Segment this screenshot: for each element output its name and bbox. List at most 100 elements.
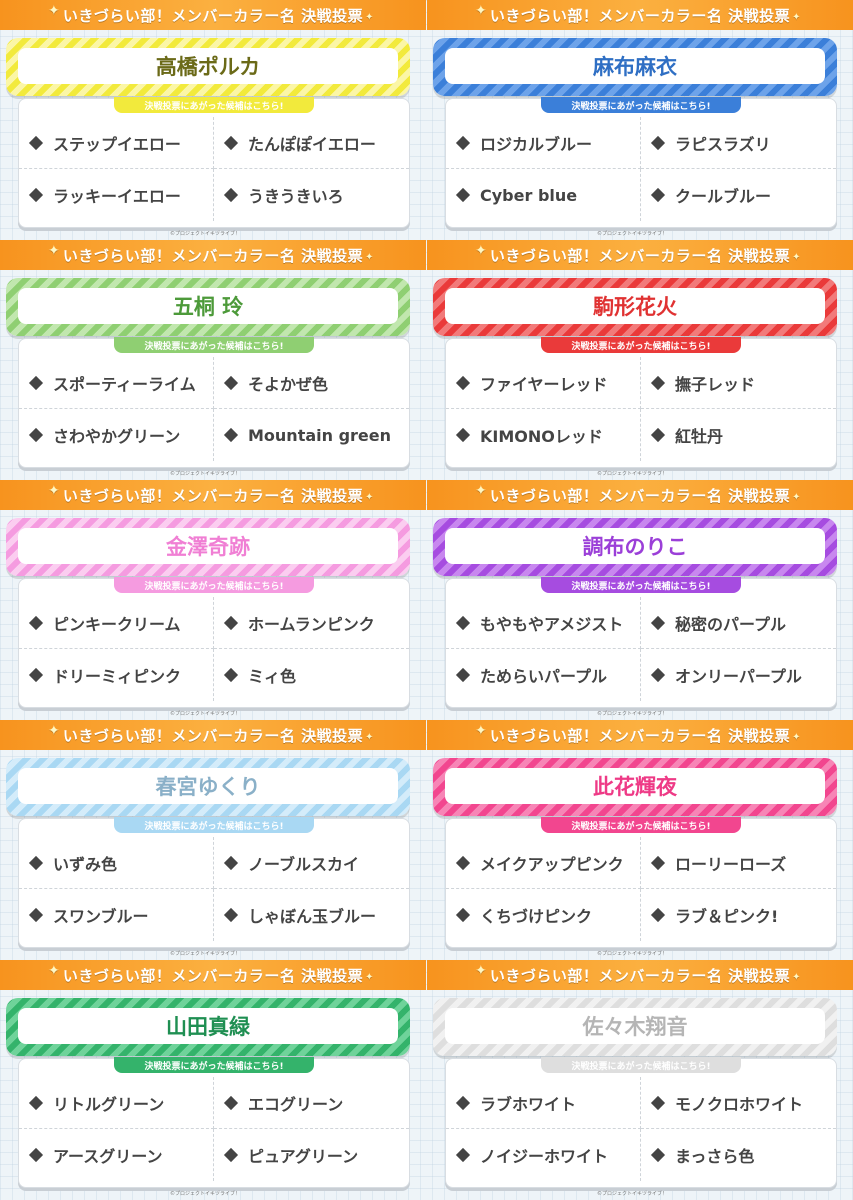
color-option[interactable]: ためらいパープル bbox=[446, 649, 641, 701]
header-title: いきづらい部！メンバーカラー名 決戦投票 bbox=[62, 486, 364, 505]
color-option[interactable]: 秘密のパープル bbox=[641, 597, 836, 649]
option-label: ラブホワイト bbox=[480, 1094, 577, 1114]
name-plate: 山田真緑 bbox=[6, 998, 410, 1056]
member-card: ✦ いきづらい部！メンバーカラー名 決戦投票 ✦ 春宮ゆくり 決戦投票にあがった… bbox=[0, 720, 426, 960]
option-label: ノイジーホワイト bbox=[480, 1147, 609, 1166]
diamond-bullet-icon bbox=[455, 375, 471, 390]
option-label: ノーブルスカイ bbox=[248, 854, 360, 874]
color-option[interactable]: クールブルー bbox=[641, 169, 836, 221]
diamond-bullet-icon bbox=[28, 855, 44, 870]
member-card: ✦ いきづらい部！メンバーカラー名 決戦投票 ✦ 五桐 玲 決戦投票にあがった候… bbox=[0, 240, 426, 480]
diamond-bullet-icon bbox=[28, 135, 44, 150]
color-option[interactable]: モノクロホワイト bbox=[641, 1077, 836, 1129]
candidate-subtitle: 決戦投票にあがった候補はこちら! bbox=[541, 817, 741, 833]
candidate-subtitle: 決戦投票にあがった候補はこちら! bbox=[114, 337, 314, 353]
option-label: たんぽぽイエロー bbox=[248, 134, 376, 154]
candidate-panel: 決戦投票にあがった候補はこちら! いずみ色 ノーブルスカイ スワンブルー しゃぼ… bbox=[18, 817, 410, 948]
member-card: ✦ いきづらい部！メンバーカラー名 決戦投票 ✦ 金澤奇跡 決戦投票にあがった候… bbox=[0, 480, 426, 720]
diamond-bullet-icon bbox=[28, 375, 44, 390]
color-option[interactable]: ドリーミィピンク bbox=[19, 649, 214, 701]
option-grid: スポーティーライム そよかぜ色 さわやかグリーン Mountain green bbox=[19, 357, 409, 461]
color-option[interactable]: アースグリーン bbox=[19, 1129, 214, 1181]
option-label: Mountain green bbox=[248, 425, 392, 445]
color-option[interactable]: しゃぼん玉ブルー bbox=[214, 889, 409, 941]
member-card: ✦ いきづらい部！メンバーカラー名 決戦投票 ✦ 駒形花火 決戦投票にあがった候… bbox=[427, 240, 853, 480]
color-option[interactable]: まっさら色 bbox=[641, 1129, 836, 1181]
diamond-bullet-icon bbox=[28, 187, 44, 203]
diamond-bullet-icon bbox=[650, 667, 666, 683]
header-title: いきづらい部！メンバーカラー名 決戦投票 bbox=[62, 726, 364, 745]
color-option[interactable]: ピンキークリーム bbox=[19, 597, 214, 649]
color-option[interactable]: KIMONOレッド bbox=[446, 409, 641, 461]
option-grid: リトルグリーン エコグリーン アースグリーン ピュアグリーン bbox=[19, 1077, 409, 1181]
candidate-panel: 決戦投票にあがった候補はこちら! ファイヤーレッド 撫子レッド KIMONOレッ… bbox=[445, 337, 837, 468]
copyright-text: ©プロジェクトイキヅライブ！ bbox=[597, 1191, 668, 1197]
diamond-bullet-icon bbox=[650, 855, 666, 870]
option-label: エコグリーン bbox=[248, 1094, 344, 1114]
color-option[interactable]: ラッキーイエロー bbox=[19, 169, 214, 221]
color-option[interactable]: ホームランピンク bbox=[214, 597, 409, 649]
header-band: ✦ いきづらい部！メンバーカラー名 決戦投票 ✦ bbox=[427, 480, 853, 510]
candidate-subtitle: 決戦投票にあがった候補はこちら! bbox=[541, 577, 741, 593]
option-label: クールブルー bbox=[675, 187, 772, 206]
color-option[interactable]: くちづけピンク bbox=[446, 889, 641, 941]
color-option[interactable]: Cyber blue bbox=[446, 169, 641, 221]
color-option[interactable]: ノイジーホワイト bbox=[446, 1129, 641, 1181]
voting-card-grid: ✦ いきづらい部！メンバーカラー名 決戦投票 ✦ 高橋ポルカ 決戦投票にあがった… bbox=[0, 0, 853, 1200]
color-option[interactable]: ラブホワイト bbox=[446, 1077, 641, 1129]
color-option[interactable]: ラブ＆ピンク! bbox=[641, 889, 836, 941]
color-option[interactable]: スワンブルー bbox=[19, 889, 214, 941]
color-option[interactable]: ラピスラズリ bbox=[641, 117, 836, 169]
diamond-bullet-icon bbox=[28, 1147, 44, 1163]
color-option[interactable]: もやもやアメジスト bbox=[446, 597, 641, 649]
member-name: 高橋ポルカ bbox=[18, 48, 398, 84]
color-option[interactable]: いずみ色 bbox=[19, 837, 214, 889]
sparkle-icon: ✦ bbox=[48, 483, 61, 499]
copyright-text: ©プロジェクトイキヅライブ！ bbox=[597, 231, 668, 237]
header-title: いきづらい部！メンバーカラー名 決戦投票 bbox=[489, 6, 791, 25]
option-label: ホームランピンク bbox=[248, 614, 375, 634]
color-option[interactable]: ロジカルブルー bbox=[446, 117, 641, 169]
candidate-panel: 決戦投票にあがった候補はこちら! メイクアップピンク ローリーローズ くちづけピ… bbox=[445, 817, 837, 948]
option-label: ピンキークリーム bbox=[53, 614, 181, 634]
color-option[interactable]: うきうきいろ bbox=[214, 169, 409, 221]
diamond-bullet-icon bbox=[455, 1147, 471, 1163]
header-band: ✦ いきづらい部！メンバーカラー名 決戦投票 ✦ bbox=[427, 0, 853, 30]
color-option[interactable]: ステップイエロー bbox=[19, 117, 214, 169]
color-option[interactable]: ピュアグリーン bbox=[214, 1129, 409, 1181]
header-title: いきづらい部！メンバーカラー名 決戦投票 bbox=[489, 726, 791, 745]
member-name: 麻布麻衣 bbox=[445, 48, 825, 84]
color-option[interactable]: ミィ色 bbox=[214, 649, 409, 701]
color-option[interactable]: さわやかグリーン bbox=[19, 409, 214, 461]
name-plate: 五桐 玲 bbox=[6, 278, 410, 336]
option-label: ラッキーイエロー bbox=[53, 187, 181, 206]
color-option[interactable]: メイクアップピンク bbox=[446, 837, 641, 889]
color-option[interactable]: 撫子レッド bbox=[641, 357, 836, 409]
option-label: ミィ色 bbox=[248, 667, 297, 686]
color-option[interactable]: ファイヤーレッド bbox=[446, 357, 641, 409]
diamond-bullet-icon bbox=[223, 1095, 239, 1110]
color-option[interactable]: リトルグリーン bbox=[19, 1077, 214, 1129]
color-option[interactable]: 紅牡丹 bbox=[641, 409, 836, 461]
candidate-panel: 決戦投票にあがった候補はこちら! ステップイエロー たんぽぽイエロー ラッキーイ… bbox=[18, 97, 410, 228]
diamond-bullet-icon bbox=[650, 1095, 666, 1110]
color-option[interactable]: ノーブルスカイ bbox=[214, 837, 409, 889]
diamond-bullet-icon bbox=[455, 615, 471, 630]
color-option[interactable]: スポーティーライム bbox=[19, 357, 214, 409]
copyright-text: ©プロジェクトイキヅライブ！ bbox=[170, 1191, 241, 1197]
color-option[interactable]: ローリーローズ bbox=[641, 837, 836, 889]
color-option[interactable]: たんぽぽイエロー bbox=[214, 117, 409, 169]
color-option[interactable]: Mountain green bbox=[214, 409, 409, 461]
sparkle-icon: ✦ bbox=[48, 243, 61, 259]
diamond-bullet-icon bbox=[455, 1095, 471, 1110]
color-option[interactable]: オンリーパープル bbox=[641, 649, 836, 701]
header-band: ✦ いきづらい部！メンバーカラー名 決戦投票 ✦ bbox=[0, 720, 426, 750]
color-option[interactable]: そよかぜ色 bbox=[214, 357, 409, 409]
diamond-bullet-icon bbox=[650, 615, 666, 630]
color-option[interactable]: エコグリーン bbox=[214, 1077, 409, 1129]
option-label: うきうきいろ bbox=[248, 187, 344, 206]
candidate-subtitle: 決戦投票にあがった候補はこちら! bbox=[114, 97, 314, 113]
option-label: ロジカルブルー bbox=[480, 134, 593, 154]
header-band: ✦ いきづらい部！メンバーカラー名 決戦投票 ✦ bbox=[0, 240, 426, 270]
option-label: まっさら色 bbox=[675, 1147, 755, 1166]
